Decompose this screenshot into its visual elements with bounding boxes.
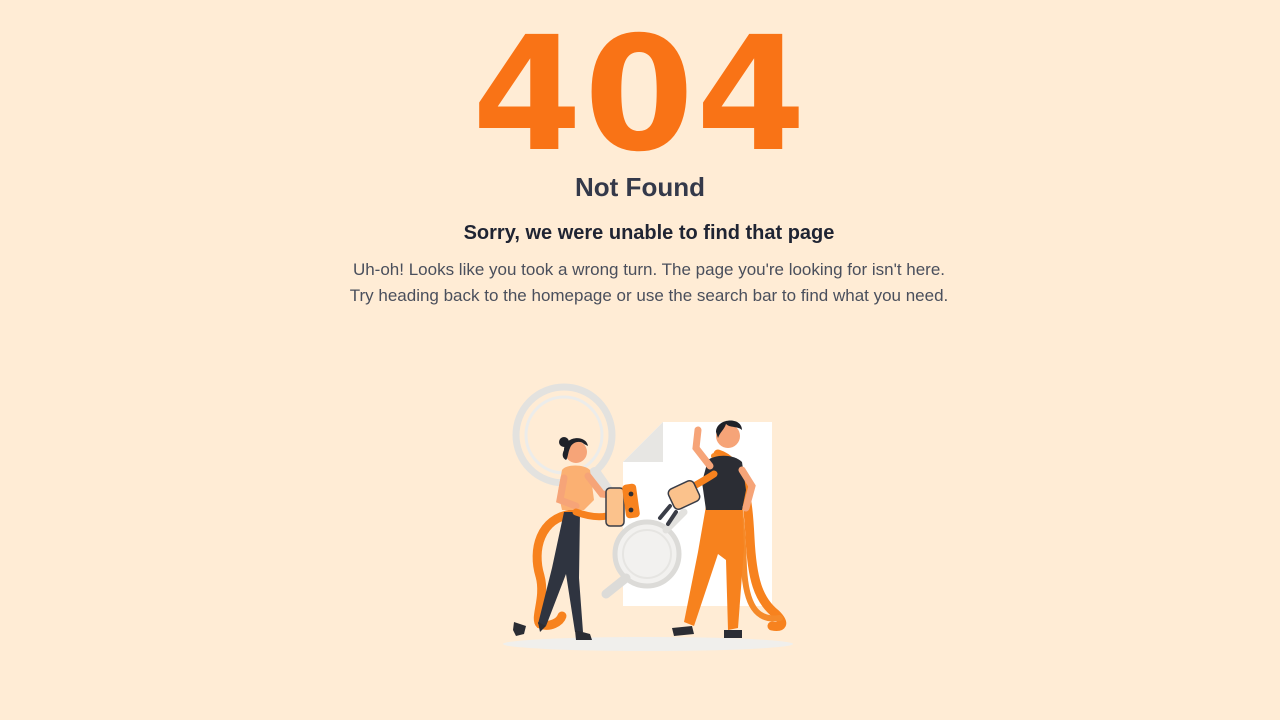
error-subtitle: Sorry, we were unable to find that page xyxy=(463,222,835,244)
error-description: Uh-oh! Looks like you took a wrong turn.… xyxy=(349,260,949,305)
ground-shadow xyxy=(503,637,793,651)
not-found-page: 404 Not Found Sorry, we were unable to f… xyxy=(0,0,1280,720)
page-title: Not Found xyxy=(575,172,705,202)
error-code: 404 xyxy=(472,3,808,187)
unplugged-cable-illustration xyxy=(503,383,793,651)
